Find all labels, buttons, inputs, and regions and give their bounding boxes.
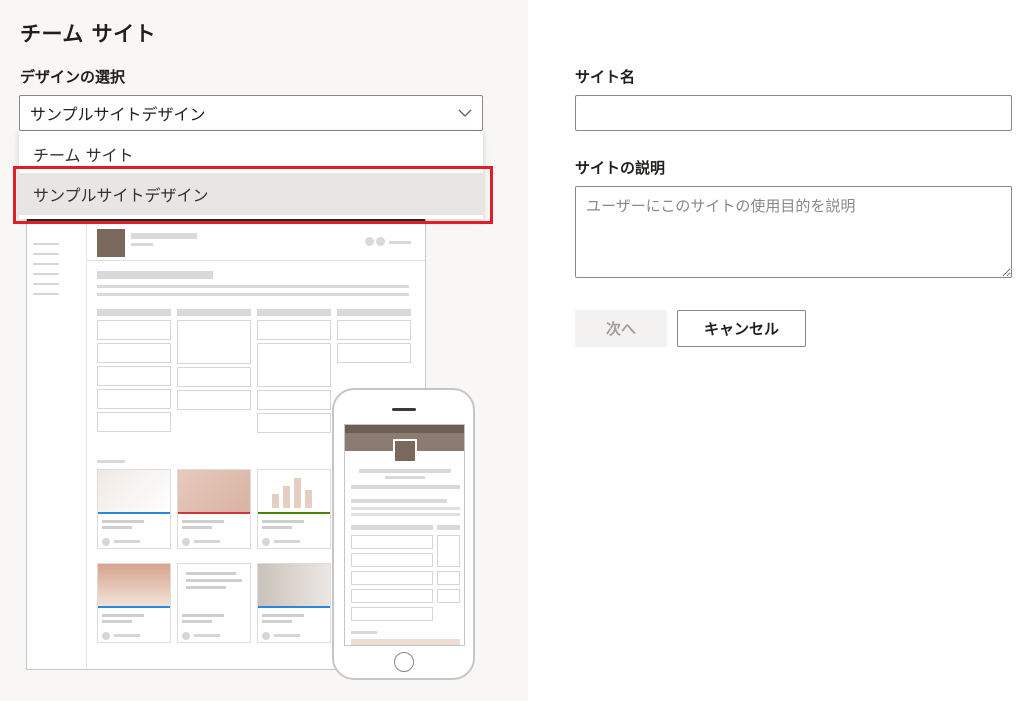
page-title: チーム サイト <box>20 22 157 46</box>
design-select-value: サンプルサイトデザイン <box>30 105 206 124</box>
next-button[interactable]: 次へ <box>575 310 667 347</box>
chevron-down-icon <box>458 109 472 117</box>
site-name-input[interactable] <box>575 95 1012 131</box>
phone-preview-image <box>332 388 475 680</box>
phone-screen <box>344 424 465 646</box>
phone-home-button <box>394 652 414 672</box>
preview-left-nav <box>27 223 87 669</box>
cancel-button[interactable]: キャンセル <box>677 310 806 347</box>
design-select-label: デザインの選択 <box>20 68 126 86</box>
site-name-label: サイト名 <box>575 68 636 86</box>
highlight-annotation <box>13 166 493 224</box>
design-select[interactable]: サンプルサイトデザイン <box>19 95 483 131</box>
phone-speaker <box>392 408 416 411</box>
preview-site-logo <box>97 229 125 257</box>
site-description-label: サイトの説明 <box>575 159 666 177</box>
site-description-input[interactable] <box>575 186 1012 278</box>
